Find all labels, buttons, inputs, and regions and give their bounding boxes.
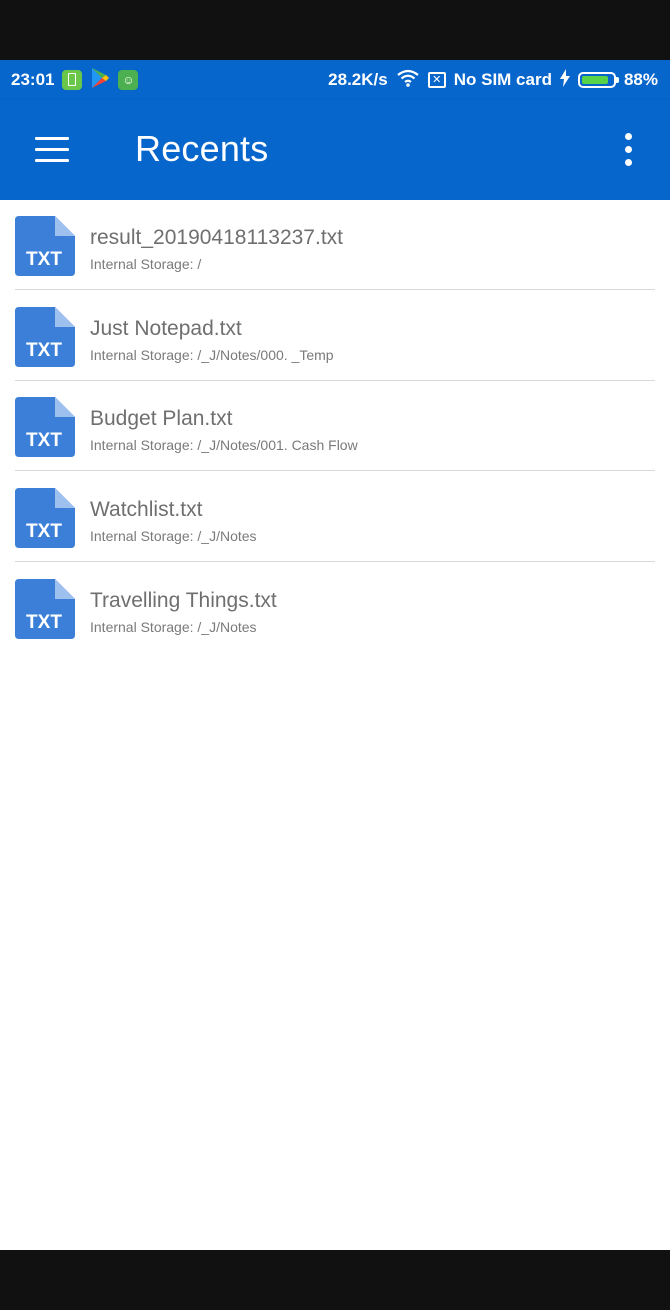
file-path: Internal Storage: /_J/Notes: [90, 619, 257, 635]
list-item[interactable]: TXT result_20190418113237.txt Internal S…: [15, 200, 655, 290]
svg-text:TXT: TXT: [26, 612, 62, 633]
file-name: result_20190418113237.txt: [90, 226, 343, 249]
more-vert-icon[interactable]: [620, 133, 638, 167]
top-bezel: [0, 0, 670, 60]
divider: [15, 470, 655, 471]
txt-file-icon: TXT: [15, 216, 75, 276]
txt-file-icon: TXT: [15, 488, 75, 548]
file-path: Internal Storage: /: [90, 256, 202, 272]
txt-file-icon: TXT: [15, 397, 75, 457]
file-path: Internal Storage: /_J/Notes/000. _Temp: [90, 347, 334, 363]
list-item[interactable]: TXT Travelling Things.txt Internal Stora…: [15, 563, 655, 653]
charging-icon: [559, 68, 570, 92]
file-path: Internal Storage: /_J/Notes: [90, 528, 257, 544]
list-item[interactable]: TXT Budget Plan.txt Internal Storage: /_…: [15, 381, 655, 471]
file-name: Watchlist.txt: [90, 498, 203, 521]
status-bar: 23:01 ☺ 28.2K/s ✕ No SIM card 88%: [0, 60, 670, 100]
carrier-label: No SIM card: [453, 70, 552, 89]
divider: [15, 561, 655, 562]
svg-text:TXT: TXT: [26, 521, 62, 542]
play-store-icon: [90, 67, 110, 94]
bottom-bezel: [0, 1250, 670, 1310]
status-time: 23:01: [11, 70, 55, 89]
file-name: Just Notepad.txt: [90, 317, 242, 340]
file-name: Budget Plan.txt: [90, 407, 233, 430]
page-title: Recents: [135, 128, 269, 169]
svg-text:TXT: TXT: [26, 340, 62, 361]
app-bar: Recents: [0, 100, 670, 200]
list-item[interactable]: TXT Watchlist.txt Internal Storage: /_J/…: [15, 472, 655, 562]
sim-x-icon: ✕: [427, 72, 446, 88]
battery-percent: 88%: [623, 70, 658, 89]
battery-saver-icon: [62, 70, 83, 90]
network-speed: 28.2K/s: [328, 70, 388, 89]
recents-list: TXT result_20190418113237.txt Internal S…: [0, 200, 670, 1250]
wifi-icon: [396, 69, 420, 92]
svg-text:TXT: TXT: [26, 249, 62, 270]
txt-file-icon: TXT: [15, 307, 75, 367]
list-item[interactable]: TXT Just Notepad.txt Internal Storage: /…: [15, 291, 655, 381]
svg-text:TXT: TXT: [26, 430, 62, 451]
app-cat-icon: ☺: [118, 70, 139, 90]
file-path: Internal Storage: /_J/Notes/001. Cash Fl…: [90, 437, 358, 453]
divider: [15, 289, 655, 290]
hamburger-menu-icon[interactable]: [35, 137, 69, 163]
battery-icon: [577, 72, 619, 88]
file-name: Travelling Things.txt: [90, 589, 277, 612]
txt-file-icon: TXT: [15, 579, 75, 639]
